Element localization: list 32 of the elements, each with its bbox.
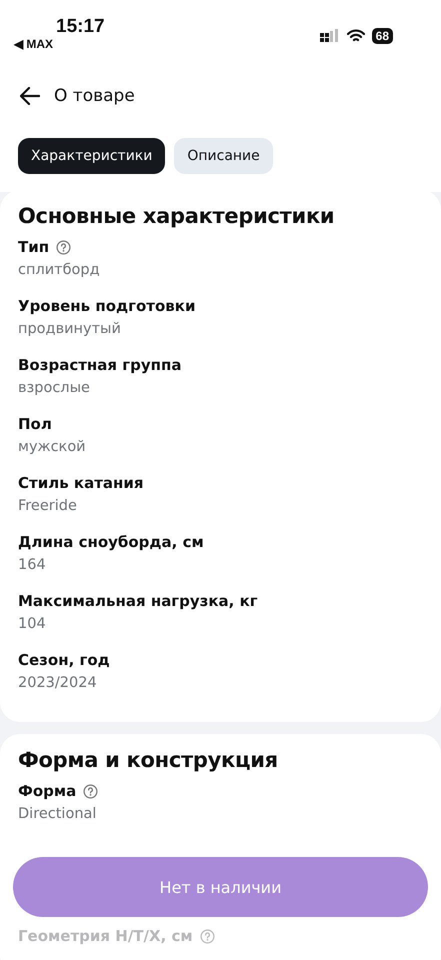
- signal-icon: [320, 29, 340, 43]
- property-value: 164: [18, 557, 47, 573]
- tab[interactable]: Характеристики: [18, 138, 166, 174]
- property-label: Максимальная нагрузка, кг: [18, 592, 258, 610]
- back-arrow-icon[interactable]: [20, 87, 40, 105]
- property-label: Длина сноуборда, см: [18, 533, 204, 551]
- wifi-icon: [346, 29, 365, 43]
- battery-level: 68: [372, 28, 393, 44]
- property-label: Возрастная группа: [18, 356, 182, 374]
- property-value: Freeride: [18, 498, 78, 514]
- property-label: Тип: [18, 238, 50, 256]
- property-value: взрослые: [18, 380, 91, 396]
- property-value: мужской: [18, 439, 87, 455]
- property-value: 104: [18, 616, 47, 632]
- property-value: 2023/2024: [18, 675, 98, 691]
- section-title: Основные характеристики: [18, 204, 336, 228]
- section-title: Форма и конструкция: [18, 748, 279, 772]
- property-label: Пол: [18, 415, 52, 433]
- tab[interactable]: Описание: [174, 138, 273, 174]
- property-label: Геометрия Н/Т/Х, см: [18, 927, 193, 945]
- help-icon[interactable]: [56, 240, 72, 254]
- property-label: Сезон, год: [18, 651, 110, 669]
- page-title: О товаре: [54, 86, 135, 106]
- help-icon[interactable]: [83, 784, 98, 798]
- status-time: 15:17: [56, 17, 105, 37]
- property-label: Форма: [18, 782, 76, 800]
- property-label: Стиль катания: [18, 474, 144, 492]
- property-value: сплитборд: [18, 262, 101, 278]
- property-value: продвинутый: [18, 321, 122, 337]
- property-label: Уровень подготовки: [18, 297, 196, 315]
- back-to-app-link[interactable]: ◀ MAX: [14, 37, 105, 51]
- property-value: Directional: [18, 806, 98, 822]
